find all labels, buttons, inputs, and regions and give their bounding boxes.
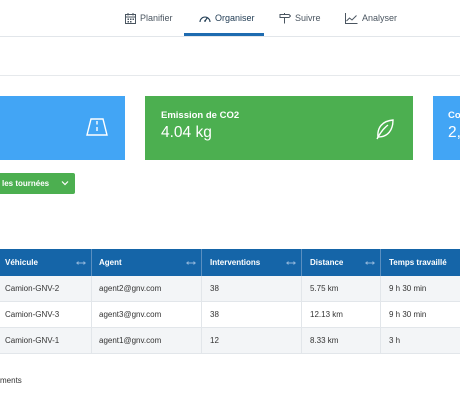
column-header-label: Véhicule <box>5 258 38 267</box>
distance-card <box>0 96 125 160</box>
sort-icon[interactable] <box>365 259 375 268</box>
cell-distance: 5.75 km <box>302 276 381 301</box>
column-header-distance[interactable]: Distance <box>302 249 381 276</box>
cost-card: Co 2, <box>433 96 460 160</box>
column-header-label: Agent <box>99 258 122 267</box>
co2-card: Emission de CO2 4.04 kg <box>145 96 413 160</box>
nav-label: Suivre <box>295 13 321 23</box>
cell-vehicule: Camion-GNV-1 <box>0 328 92 353</box>
nav-label: Planifier <box>140 13 173 23</box>
cell-interventions: 38 <box>202 302 302 327</box>
nav-label: Organiser <box>215 13 255 23</box>
co2-value: 4.04 kg <box>161 124 212 141</box>
nav-label: Analyser <box>362 13 398 23</box>
cell-interventions: 12 <box>202 328 302 353</box>
top-navigation: Planifier Organiser Suivre Analyser <box>0 0 460 37</box>
cell-distance: 12.13 km <box>302 302 381 327</box>
cell-distance: 8.33 km <box>302 328 381 353</box>
table-row[interactable]: Camion-GNV-2 agent2@gnv.com 38 5.75 km 9… <box>0 276 460 302</box>
column-header-label: Temps travaillé <box>389 258 447 267</box>
cell-agent: agent3@gnv.com <box>92 302 202 327</box>
active-tab-indicator <box>184 33 264 36</box>
leaf-icon <box>375 118 395 145</box>
footer-text: ments <box>0 376 22 385</box>
cost-title: Co <box>448 110 460 121</box>
cell-vehicule: Camion-GNV-3 <box>0 302 92 327</box>
chevron-down-icon <box>61 179 69 189</box>
road-icon <box>86 118 108 141</box>
signpost-icon <box>279 12 291 24</box>
column-header-temps-travaille[interactable]: Temps travaillé <box>381 249 460 276</box>
sort-icon[interactable] <box>76 259 86 268</box>
tours-dropdown-button[interactable]: les tournées <box>0 173 75 194</box>
chart-icon <box>345 12 358 24</box>
toolbar-band <box>0 37 460 76</box>
cost-value: 2, <box>448 124 460 141</box>
tours-button-label: les tournées <box>2 179 50 188</box>
column-header-agent[interactable]: Agent <box>92 249 202 276</box>
cell-vehicule: Camion-GNV-2 <box>0 276 92 301</box>
table-row[interactable]: Camion-GNV-3 agent3@gnv.com 38 12.13 km … <box>0 302 460 328</box>
sort-icon[interactable] <box>186 259 196 268</box>
nav-suivre[interactable]: Suivre <box>279 0 321 36</box>
nav-organiser[interactable]: Organiser <box>199 0 255 36</box>
cell-temps-travaille: 9 h 30 min <box>389 310 427 319</box>
table-header: Véhicule Agent Interventions Distance Te… <box>0 249 460 276</box>
cell-agent: agent2@gnv.com <box>92 276 202 301</box>
table-row[interactable]: Camion-GNV-1 agent1@gnv.com 12 8.33 km 3… <box>0 328 460 354</box>
column-header-label: Interventions <box>210 258 261 267</box>
cell-temps-travaille: 3 h <box>389 336 401 345</box>
co2-title: Emission de CO2 <box>161 110 240 121</box>
cell-agent: agent1@gnv.com <box>92 328 202 353</box>
gauge-icon <box>199 13 211 24</box>
column-header-vehicule[interactable]: Véhicule <box>0 249 92 276</box>
column-header-interventions[interactable]: Interventions <box>202 249 302 276</box>
sort-icon[interactable] <box>286 259 296 268</box>
column-header-label: Distance <box>310 258 344 267</box>
tours-table: Véhicule Agent Interventions Distance Te… <box>0 249 460 354</box>
cell-temps-travaille: 9 h 30 min <box>389 284 427 293</box>
cell-interventions: 38 <box>202 276 302 301</box>
calendar-icon <box>125 12 136 24</box>
nav-planifier[interactable]: Planifier <box>125 0 173 36</box>
nav-analyser[interactable]: Analyser <box>345 0 397 36</box>
